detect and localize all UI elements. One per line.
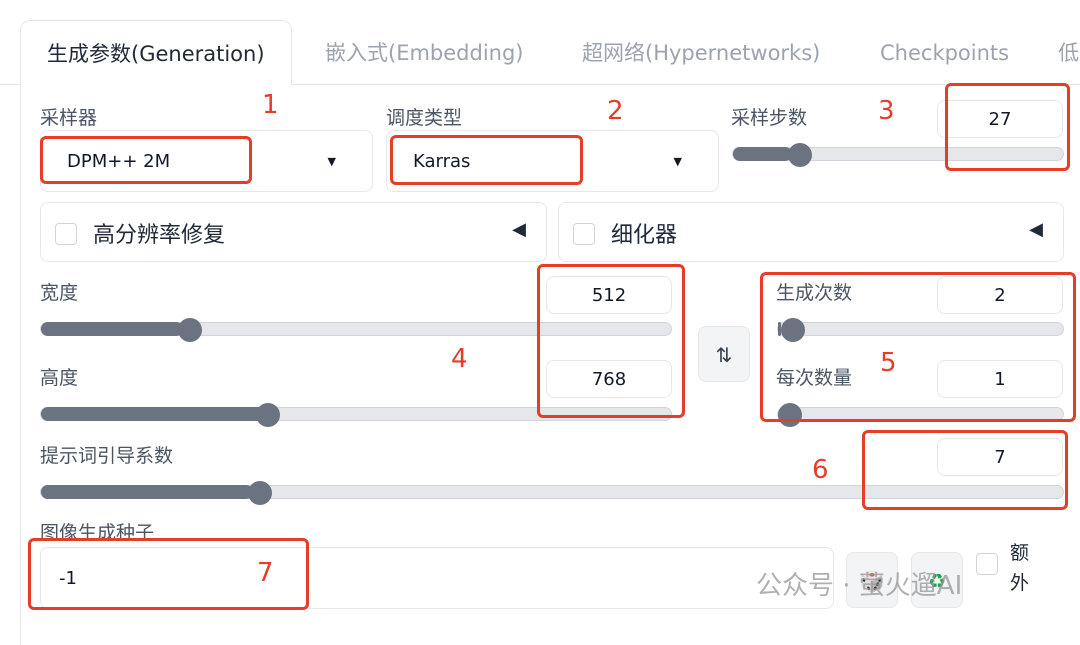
annotation-box-6 (862, 430, 1068, 510)
tab-embedding[interactable]: 嵌入式(Embedding) (325, 20, 524, 86)
extra-seed-label: 额外 (1010, 542, 1030, 594)
slider-thumb[interactable] (256, 403, 281, 427)
annotation-number: 5 (880, 348, 897, 378)
hires-fix-label: 高分辨率修复 (93, 223, 226, 248)
annotation-number: 1 (262, 90, 279, 120)
refiner-accordion[interactable]: 细化器 ◀ (558, 202, 1064, 262)
steps-label: 采样步数 (731, 107, 808, 129)
swap-dimensions-button[interactable]: ⇅ (698, 326, 750, 382)
chevron-down-icon: ▼ (673, 155, 682, 168)
triangle-left-icon[interactable]: ◀ (512, 219, 526, 240)
annotation-number: 6 (812, 455, 829, 485)
annotation-box-3 (945, 83, 1070, 171)
chevron-down-icon: ▼ (327, 155, 336, 168)
triangle-left-icon[interactable]: ◀ (1029, 219, 1043, 240)
hires-fix-accordion[interactable]: 高分辨率修复 ◀ (40, 202, 547, 262)
refiner-label: 细化器 (611, 223, 678, 248)
annotation-number: 3 (878, 96, 895, 126)
annotation-number: 4 (451, 344, 468, 374)
tab-checkpoints[interactable]: Checkpoints (880, 20, 1009, 86)
slider-fill (733, 147, 793, 161)
width-label: 宽度 (40, 282, 79, 304)
scheduler-label: 调度类型 (386, 107, 463, 129)
slider-thumb[interactable] (247, 481, 272, 505)
annotation-box-4 (537, 264, 685, 418)
watermark: 公众号 · 萤火遛AI (756, 571, 963, 601)
tab-bar: 生成参数(Generation) 嵌入式(Embedding) 超网络(Hype… (0, 0, 1080, 86)
tab-generation[interactable]: 生成参数(Generation) (20, 20, 292, 86)
height-label: 高度 (40, 367, 79, 389)
annotation-box-5 (760, 272, 1076, 422)
slider-fill (41, 407, 265, 421)
sampler-label: 采样器 (40, 107, 98, 129)
extra-seed-checkbox[interactable] (976, 553, 998, 575)
hires-fix-checkbox[interactable] (55, 223, 77, 245)
refiner-checkbox[interactable] (573, 223, 595, 245)
tab-hypernetworks[interactable]: 超网络(Hypernetworks) (582, 20, 820, 86)
slider-thumb[interactable] (177, 318, 202, 342)
tab-lora[interactable]: 低 (1058, 20, 1079, 86)
slider-fill (41, 485, 253, 499)
annotation-number: 7 (257, 558, 274, 588)
annotation-number: 2 (607, 96, 624, 126)
annotation-box-2 (390, 135, 583, 185)
slider-fill (41, 322, 184, 336)
cfg-scale-label: 提示词引导系数 (40, 445, 174, 467)
slider-thumb[interactable] (788, 143, 813, 167)
swap-vertical-icon: ⇅ (715, 343, 733, 367)
annotation-box-1 (40, 136, 252, 184)
